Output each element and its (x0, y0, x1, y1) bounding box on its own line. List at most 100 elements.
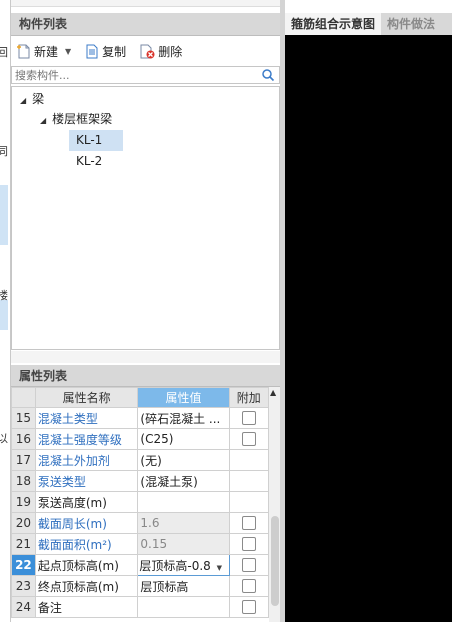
scrollbar-thumb[interactable] (271, 516, 279, 606)
property-value[interactable] (137, 491, 230, 513)
table-row[interactable]: 18 泵送类型 (混凝土泵) (11, 470, 270, 492)
property-name: 终点顶标高(m) (34, 575, 139, 597)
property-value[interactable]: 层顶标高 (137, 575, 230, 597)
table-row-selected[interactable]: 22 起点顶标高(m) 层顶标高-0.8 ▼ (11, 554, 270, 576)
search-input[interactable] (12, 68, 261, 82)
property-value[interactable]: (C25) (137, 428, 230, 450)
table-row[interactable]: 24 备注 (11, 596, 270, 618)
row-number: 20 (11, 512, 36, 534)
panel-title: 属性列表 (11, 365, 280, 387)
table-row[interactable]: 19 泵送高度(m) (11, 491, 270, 513)
left-sidebar-fragment: 回 同 以 楼 (0, 0, 11, 622)
copy-button[interactable]: 复制 (85, 43, 126, 60)
property-name: 泵送高度(m) (34, 491, 139, 513)
extra-checkbox[interactable] (241, 558, 256, 572)
sidebar-selection-2 (0, 300, 8, 330)
column-header-number (11, 387, 36, 408)
new-button[interactable]: 新建 ▼ (17, 43, 71, 60)
row-number: 22 (11, 554, 36, 576)
new-file-icon (17, 44, 30, 58)
table-row[interactable]: 20 截面周长(m) 1.6 (11, 512, 270, 534)
tab-component-method[interactable]: 构件做法 (381, 13, 441, 35)
extra-cell (228, 428, 270, 450)
extra-checkbox[interactable] (241, 600, 256, 614)
row-number: 18 (11, 470, 36, 492)
component-list-panel: 构件列表 新建 ▼ 复制 删除 搜索构件... ◢ 梁 ◢ 楼层框架梁 KL-1… (11, 0, 280, 350)
row-number: 23 (11, 575, 36, 597)
row-number: 21 (11, 533, 36, 555)
row-number: 24 (11, 596, 36, 618)
tree-item-kl2[interactable]: KL-2 (76, 151, 102, 171)
right-tab-bar: 箍筋组合示意图 构件做法 (285, 13, 452, 35)
property-value[interactable]: (无) (137, 449, 230, 471)
property-table: 属性名称 属性值 附加 15 混凝土类型 (碎石混凝土 ... 16 混凝土强度… (11, 387, 270, 618)
table-row[interactable]: 16 混凝土强度等级 (C25) (11, 428, 270, 450)
component-search (11, 66, 280, 84)
tree-node-label: 梁 (32, 92, 45, 106)
tree-node-beam[interactable]: ◢ 梁 (20, 89, 44, 111)
property-value: 0.15 (137, 533, 230, 555)
property-value-dropdown[interactable]: 层顶标高-0.8 ▼ (137, 554, 230, 576)
tree-node-frame-beam[interactable]: ◢ 楼层框架梁 (40, 109, 112, 131)
tree-item-label: KL-1 (76, 133, 103, 147)
panel-title: 构件列表 (11, 13, 280, 36)
extra-checkbox[interactable] (241, 432, 256, 446)
extra-cell (228, 470, 270, 492)
chevron-down-icon[interactable]: ▼ (65, 47, 71, 56)
property-name: 起点顶标高(m) (34, 554, 139, 576)
property-value[interactable]: (混凝土泵) (137, 470, 230, 492)
row-number: 15 (11, 407, 36, 429)
column-header-name: 属性名称 (34, 387, 139, 408)
new-button-label: 新建 (34, 44, 59, 59)
extra-checkbox[interactable] (241, 411, 256, 425)
table-row[interactable]: 17 混凝土外加剂 (无) (11, 449, 270, 471)
extra-cell (228, 554, 270, 576)
delete-button[interactable]: 删除 (140, 43, 182, 60)
property-value[interactable] (137, 596, 230, 618)
copy-icon (86, 44, 98, 58)
search-icon[interactable] (261, 68, 275, 82)
property-list-panel: 属性列表 属性名称 属性值 附加 15 混凝土类型 (碎石混凝土 ... 16 … (11, 351, 280, 622)
extra-cell (228, 533, 270, 555)
row-number: 16 (11, 428, 36, 450)
property-name: 混凝土外加剂 (34, 449, 139, 471)
sidebar-text-fragment: 楼 (0, 289, 8, 302)
copy-button-label: 复制 (102, 44, 127, 59)
extra-cell (228, 449, 270, 471)
extra-checkbox[interactable] (241, 579, 256, 593)
property-scrollbar[interactable]: ▲ (269, 387, 280, 622)
delete-icon (140, 44, 155, 58)
extra-cell (228, 407, 270, 429)
sidebar-selection (0, 185, 8, 245)
delete-button-label: 删除 (158, 44, 183, 59)
extra-checkbox[interactable] (241, 537, 256, 551)
diagram-canvas[interactable] (285, 35, 452, 622)
tab-stirrup-diagram[interactable]: 箍筋组合示意图 (285, 13, 382, 35)
extra-checkbox[interactable] (241, 516, 256, 530)
property-value[interactable]: (碎石混凝土 ... (137, 407, 230, 429)
sidebar-text-fragment: 以 (0, 432, 8, 445)
column-header-value: 属性值 (137, 387, 230, 408)
property-name: 截面面积(m²) (34, 533, 139, 555)
property-name: 备注 (34, 596, 139, 618)
extra-cell (228, 575, 270, 597)
tree-item-kl1[interactable]: KL-1 (69, 130, 123, 151)
collapse-triangle-icon[interactable]: ◢ (20, 96, 26, 105)
row-number: 19 (11, 491, 36, 513)
property-name: 截面周长(m) (34, 512, 139, 534)
scroll-up-icon[interactable]: ▲ (270, 388, 276, 397)
table-row[interactable]: 21 截面面积(m²) 0.15 (11, 533, 270, 555)
row-number: 17 (11, 449, 36, 471)
dropdown-value: 层顶标高-0.8 (139, 558, 211, 573)
tree-node-label: 楼层框架梁 (52, 112, 113, 126)
table-row[interactable]: 23 终点顶标高(m) 层顶标高 (11, 575, 270, 597)
extra-cell (228, 491, 270, 513)
extra-cell (228, 596, 270, 618)
right-panel: 箍筋组合示意图 构件做法 (285, 13, 452, 622)
table-row[interactable]: 15 混凝土类型 (碎石混凝土 ... (11, 407, 270, 429)
sidebar-text-fragment: 回 (0, 46, 8, 59)
sidebar-text-fragment: 同 (0, 145, 8, 158)
property-name: 混凝土强度等级 (34, 428, 139, 450)
chevron-down-icon[interactable]: ▼ (217, 564, 222, 572)
collapse-triangle-icon[interactable]: ◢ (40, 116, 46, 125)
